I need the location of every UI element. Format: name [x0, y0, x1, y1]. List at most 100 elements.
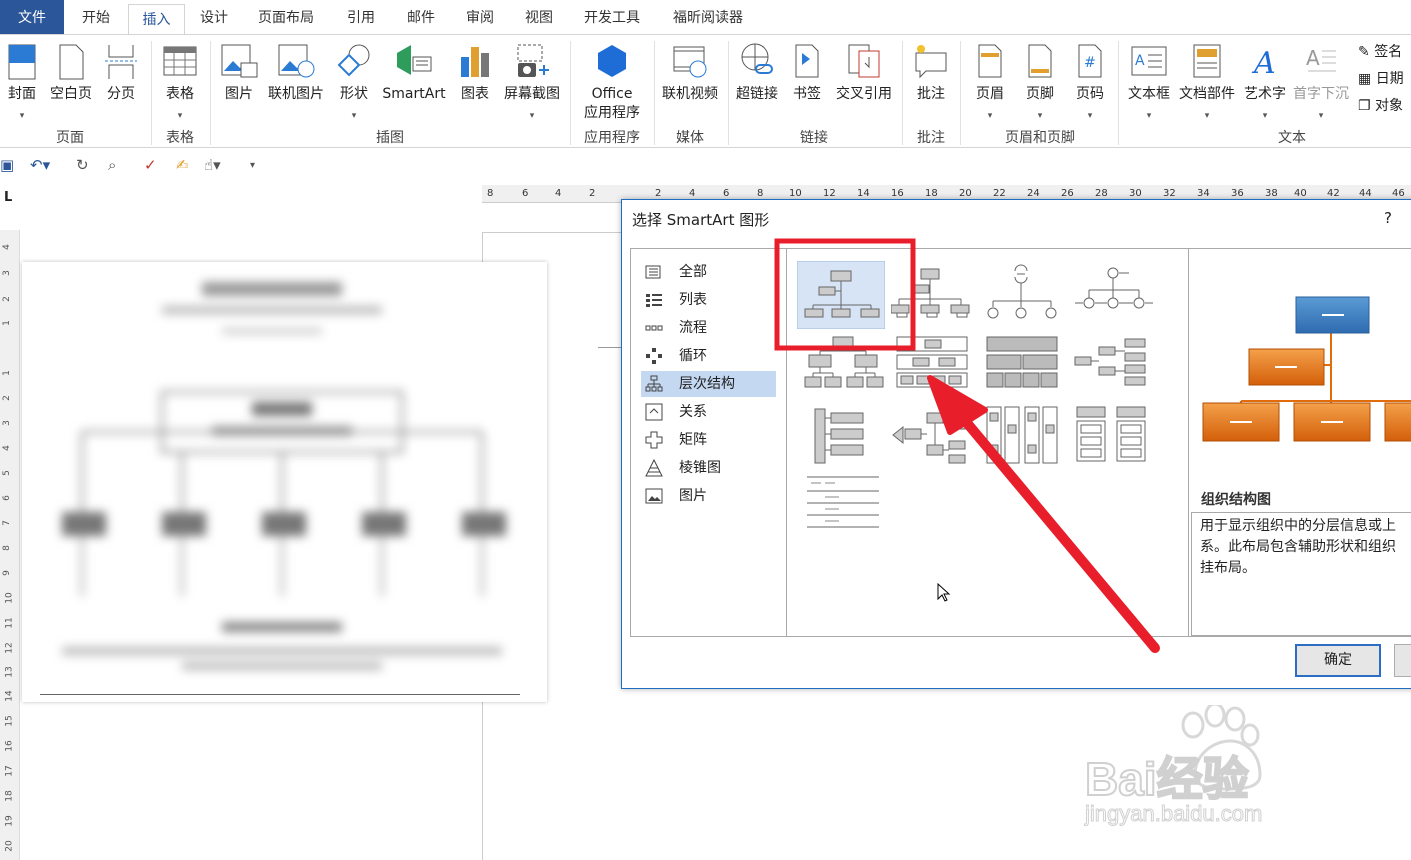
- tab-stop-selector[interactable]: L: [0, 182, 24, 208]
- all-icon: [645, 265, 661, 279]
- save-icon[interactable]: ▣: [0, 156, 14, 174]
- layout-circle-picture-hierarchy[interactable]: [1073, 263, 1155, 329]
- layout-lined-list[interactable]: [803, 473, 885, 539]
- layout-horizontal-org-chart[interactable]: [891, 405, 973, 471]
- preview-layout-name: 组织结构图: [1201, 492, 1271, 508]
- tab-view[interactable]: 视图: [525, 0, 553, 34]
- ruler-tick: 12: [823, 188, 836, 199]
- tab-page-layout[interactable]: 页面布局: [258, 0, 314, 34]
- wordart-icon: A: [1251, 46, 1276, 79]
- customize-toolbar-icon[interactable]: ▾: [250, 160, 255, 171]
- ruler-tick: 16: [891, 188, 904, 199]
- ruler-tick: 4: [1, 244, 12, 250]
- ruler-tick: 2: [1, 296, 12, 302]
- word-window: 文件 开始 插入 设计 页面布局 引用 邮件 审阅 视图 开发工具 福昕阅读器 …: [0, 0, 1411, 860]
- ribbon-insert: 封面 ▾ 空白页 分页 表格 ▾ 图片 联机图片 形状 ▾ SmartArt 图…: [0, 34, 1411, 148]
- layout-labeled-hierarchy[interactable]: [891, 335, 973, 401]
- ruler-tick: 17: [4, 765, 15, 777]
- ruler-tick: 11: [4, 617, 15, 629]
- category-all[interactable]: 全部: [641, 259, 776, 285]
- tab-file[interactable]: 文件: [0, 0, 64, 34]
- shapes-icon: [337, 44, 370, 77]
- tab-insert[interactable]: 插入: [128, 4, 185, 35]
- redo-icon[interactable]: ↻: [76, 156, 89, 174]
- ruler-tick: 8: [1, 545, 12, 551]
- layout-horizontal-hierarchy[interactable]: [1073, 335, 1155, 401]
- watermark-brand: Bai经验: [1084, 752, 1250, 806]
- undo-icon[interactable]: ↶▾: [30, 156, 50, 174]
- touch-mode-icon[interactable]: ☝▾: [204, 156, 221, 174]
- matrix-icon: [645, 431, 663, 449]
- category-list-item[interactable]: 列表: [641, 287, 776, 313]
- object-icon: ❐: [1358, 98, 1371, 114]
- cancel-button[interactable]: [1394, 644, 1411, 677]
- tab-home[interactable]: 开始: [82, 0, 110, 34]
- tab-review[interactable]: 审阅: [466, 0, 494, 34]
- ruler-tick: 13: [4, 666, 15, 678]
- category-picture[interactable]: 图片: [641, 483, 776, 509]
- ruler-tick: 6: [522, 188, 529, 199]
- tab-developer[interactable]: 开发工具: [584, 0, 640, 34]
- cover-page-icon: [8, 44, 36, 80]
- category-process[interactable]: 流程: [641, 315, 776, 341]
- quick-parts-icon: [1193, 44, 1221, 78]
- spelling-icon[interactable]: ✓: [144, 156, 157, 174]
- ruler-tick: 36: [1231, 188, 1244, 199]
- smartart-dialog: 选择 SmartArt 图形 ? 全部 列表 流程 循环 层次结构 关系 矩阵 …: [621, 199, 1411, 689]
- ok-button[interactable]: 确定: [1295, 644, 1381, 677]
- ruler-tick: 2: [655, 188, 662, 199]
- svg-text:#: #: [1084, 55, 1096, 71]
- hierarchy-icon: [645, 375, 663, 392]
- group-label-comments: 批注: [917, 130, 945, 146]
- ruler-tick: 2: [1, 395, 12, 401]
- cycle-icon: [646, 348, 662, 364]
- object-button[interactable]: ❐ 对象: [1358, 97, 1403, 115]
- ruler-tick: 3: [1, 420, 12, 426]
- category-matrix[interactable]: 矩阵: [641, 427, 776, 453]
- drop-cap-icon: A: [1306, 46, 1336, 72]
- signature-line-button[interactable]: ✎ 签名: [1358, 43, 1402, 61]
- blank-page-icon: [59, 44, 84, 80]
- layout-hierarchy[interactable]: [803, 335, 885, 401]
- header-icon: [978, 44, 1002, 78]
- ruler-tick: 34: [1197, 188, 1210, 199]
- layout-name-title-org-chart[interactable]: [891, 263, 973, 329]
- ruler-tick: 1: [1, 320, 12, 326]
- format-painter-icon[interactable]: ✍: [176, 156, 189, 174]
- group-label-pages: 页面: [56, 130, 84, 146]
- category-cycle[interactable]: 循环: [641, 343, 776, 369]
- category-relationship[interactable]: 关系: [641, 399, 776, 425]
- ruler-tick: 24: [1027, 188, 1040, 199]
- print-preview-icon[interactable]: ⌕: [108, 156, 116, 174]
- tab-mailings[interactable]: 邮件: [407, 0, 435, 34]
- layout-table-list[interactable]: [1073, 405, 1155, 471]
- category-hierarchy[interactable]: 层次结构: [641, 371, 776, 397]
- category-pyramid[interactable]: 棱锥图: [641, 455, 776, 481]
- tab-references[interactable]: 引用: [347, 0, 375, 34]
- layout-hierarchy-list[interactable]: [803, 405, 885, 471]
- date-time-button[interactable]: ▦ 日期: [1358, 70, 1404, 88]
- layout-half-circle-org-chart[interactable]: [981, 263, 1063, 329]
- ruler-tick: 14: [4, 690, 15, 702]
- dialog-title: 选择 SmartArt 图形: [632, 211, 770, 229]
- tab-foxit[interactable]: 福昕阅读器: [673, 0, 743, 34]
- layout-architecture-layout[interactable]: [983, 405, 1065, 471]
- layout-table-hierarchy[interactable]: [983, 335, 1065, 401]
- help-button[interactable]: ?: [1384, 209, 1392, 227]
- ruler-tick: 4: [1, 445, 12, 451]
- bookmark-icon: [795, 44, 819, 78]
- svg-text:A: A: [1306, 46, 1320, 70]
- footer-icon: [1028, 44, 1052, 78]
- ruler-tick: 42: [1327, 188, 1340, 199]
- layout-gallery: [786, 248, 1189, 637]
- text-box-icon: A: [1131, 46, 1167, 76]
- bar-chart-icon: [461, 47, 489, 77]
- list-icon: [646, 294, 662, 307]
- tab-design[interactable]: 设计: [200, 0, 228, 34]
- svg-text:A: A: [1251, 46, 1276, 79]
- picture-icon: [221, 44, 258, 78]
- new-comment-icon: [915, 45, 947, 79]
- layout-organization-chart[interactable]: [797, 261, 885, 329]
- ruler-tick: 28: [1095, 188, 1108, 199]
- online-video-icon: [673, 46, 707, 78]
